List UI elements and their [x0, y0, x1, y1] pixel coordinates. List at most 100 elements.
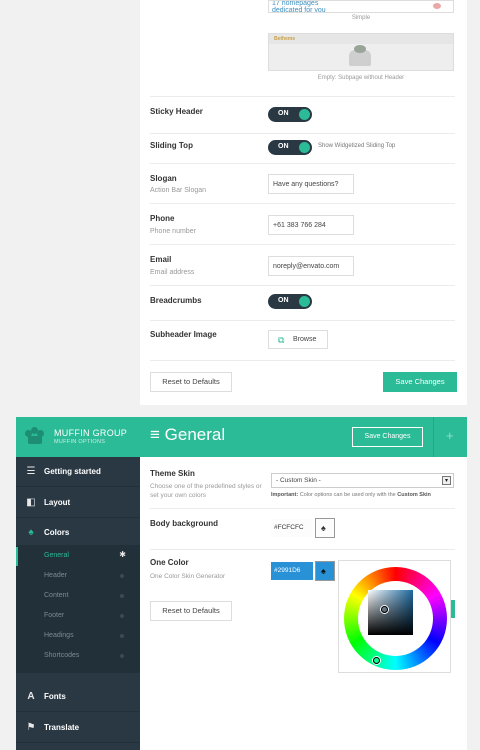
dot-icon — [120, 614, 124, 618]
checklist-icon: ☰ — [26, 466, 36, 477]
sidebar-item-translate[interactable]: ⚑ Translate — [16, 713, 140, 743]
body-background-label: Body background — [150, 519, 219, 528]
toggle-text: ON — [278, 143, 289, 150]
scroll-tab[interactable] — [451, 600, 455, 618]
layout-thumb-simple[interactable]: 17 homepages dedicated for you — [268, 0, 454, 13]
saturation-marker[interactable] — [381, 606, 388, 613]
submenu-label: Header — [44, 572, 67, 579]
chevron-down-icon: ▾ — [442, 476, 451, 485]
sticky-header-label: Sticky Header — [150, 107, 203, 116]
muffin-options-app: MUFFIN GROUP MUFFIN OPTIONS ☰ Getting st… — [16, 417, 467, 750]
sidebar-item-colors[interactable]: ♠ Colors — [16, 518, 140, 548]
sidebar-item-label: Translate — [44, 723, 80, 732]
divider — [150, 549, 455, 550]
sidebar-item-fonts[interactable]: A Fonts — [16, 682, 140, 712]
dot-icon — [120, 634, 124, 638]
email-input[interactable]: noreply@envato.com — [268, 256, 354, 276]
select-value: - Custom Skin - — [276, 477, 321, 484]
important-suffix: Custom Skin — [397, 492, 431, 498]
header-save-button[interactable]: Save Changes — [352, 427, 423, 447]
submenu-item-headings[interactable]: Headings — [16, 627, 140, 646]
theme-skin-select[interactable]: - Custom Skin - ▾ — [271, 473, 454, 488]
sidebar-item-label: Getting started — [44, 467, 101, 476]
hamburger-icon: ≡ — [150, 425, 165, 444]
page-header: ≡ General Save Changes + — [140, 417, 467, 457]
layout-thumb-header-bar — [269, 34, 453, 44]
page-title: ≡ General — [150, 425, 225, 445]
submenu-label: Footer — [44, 612, 65, 619]
reset-defaults-button[interactable]: Reset to Defaults — [150, 601, 232, 621]
sliding-top-note: Show Widgetized Sliding Top — [318, 143, 396, 149]
sidebar-item-layout[interactable]: ◧ Layout — [16, 488, 140, 518]
brand-subtitle: MUFFIN OPTIONS — [54, 439, 106, 445]
brand-name: MUFFIN GROUP — [54, 428, 128, 438]
sliding-top-label: Sliding Top — [150, 141, 193, 150]
layout-caption-empty: Empty: Subpage without Header — [317, 75, 405, 81]
email-desc: Email address — [150, 269, 195, 276]
layout-thumb-text: 17 homepages dedicated for you — [272, 0, 326, 13]
submenu-item-header[interactable]: Header — [16, 567, 140, 586]
reset-defaults-button[interactable]: Reset to Defaults — [150, 372, 232, 392]
paint-bucket-icon: ♠ — [321, 523, 326, 533]
submenu-item-content[interactable]: Content — [16, 587, 140, 606]
upload-icon: ⧉ — [278, 335, 285, 345]
paint-bucket-icon: ♠ — [321, 566, 326, 576]
flag-icon: ⚑ — [26, 722, 36, 733]
divider — [150, 508, 455, 509]
body-background-hex[interactable]: #FCFCFC — [271, 519, 313, 537]
breadcrumbs-label: Breadcrumbs — [150, 296, 202, 305]
paint-bucket-icon: ♠ — [28, 527, 34, 538]
sticky-header-toggle[interactable]: ON — [268, 107, 312, 122]
sidebar-item-label: Fonts — [44, 692, 66, 701]
breadcrumbs-toggle[interactable]: ON — [268, 294, 312, 309]
save-changes-button[interactable]: Save Changes — [383, 372, 457, 392]
font-icon: A — [27, 691, 35, 702]
layout-thumb-empty[interactable]: Betheme — [268, 33, 454, 71]
plus-icon[interactable]: + — [446, 428, 454, 443]
phone-input[interactable]: +61 383 766 284 — [268, 215, 354, 235]
color-picker-popup[interactable] — [338, 560, 451, 673]
sliding-top-toggle[interactable]: ON — [268, 140, 312, 155]
important-text: Color options can be used only with the — [299, 492, 396, 498]
submenu-label: Headings — [44, 632, 74, 639]
header-divider — [433, 417, 434, 457]
toggle-text: ON — [278, 297, 289, 304]
sidebar-item-label: Colors — [44, 528, 70, 537]
layout-thumb-image — [433, 3, 441, 9]
dot-icon — [120, 654, 124, 658]
slogan-row: Slogan Action Bar Slogan Have any questi… — [150, 163, 455, 203]
slogan-desc: Action Bar Slogan — [150, 187, 207, 194]
phone-label: Phone — [150, 214, 175, 223]
important-prefix: Important: — [271, 492, 299, 498]
layout-icon: ◧ — [26, 497, 36, 508]
submenu-item-shortcodes[interactable]: Shortcodes — [16, 647, 140, 666]
divider — [150, 360, 455, 361]
submenu-item-footer[interactable]: Footer — [16, 607, 140, 626]
dot-icon — [120, 574, 124, 578]
muffin-logo-icon — [25, 427, 45, 445]
submenu-label: Content — [44, 592, 69, 599]
layout-thumb-image — [349, 45, 371, 66]
one-color-label: One Color — [150, 558, 189, 567]
hue-marker[interactable] — [373, 657, 380, 664]
toggle-knob — [299, 109, 310, 120]
body-background-swatch[interactable]: ♠ — [315, 518, 335, 538]
subheader-image-label: Subheader Image — [150, 330, 217, 339]
submenu-label: General — [44, 552, 69, 559]
brand-header: MUFFIN GROUP MUFFIN OPTIONS — [16, 417, 140, 457]
content-area: Theme Skin Choose one of the predefined … — [140, 457, 467, 750]
layout-caption-simple: Simple — [351, 15, 371, 21]
one-color-desc: One Color Skin Generator — [150, 573, 226, 580]
submenu-item-general[interactable]: General ✱ — [16, 547, 140, 566]
theme-skin-label: Theme Skin — [150, 469, 195, 478]
slogan-input[interactable]: Have any questions? — [268, 174, 354, 194]
email-label: Email — [150, 255, 172, 264]
toggle-text: ON — [278, 110, 289, 117]
browse-button[interactable]: ⧉ Browse — [268, 330, 328, 349]
saturation-square[interactable] — [368, 590, 413, 635]
one-color-swatch[interactable]: ♠ — [315, 561, 335, 581]
sidebar-item-getting-started[interactable]: ☰ Getting started — [16, 457, 140, 487]
toggle-knob — [299, 142, 310, 153]
one-color-hex[interactable]: #2991D6 — [271, 562, 313, 580]
sidebar: MUFFIN GROUP MUFFIN OPTIONS ☰ Getting st… — [16, 417, 140, 750]
